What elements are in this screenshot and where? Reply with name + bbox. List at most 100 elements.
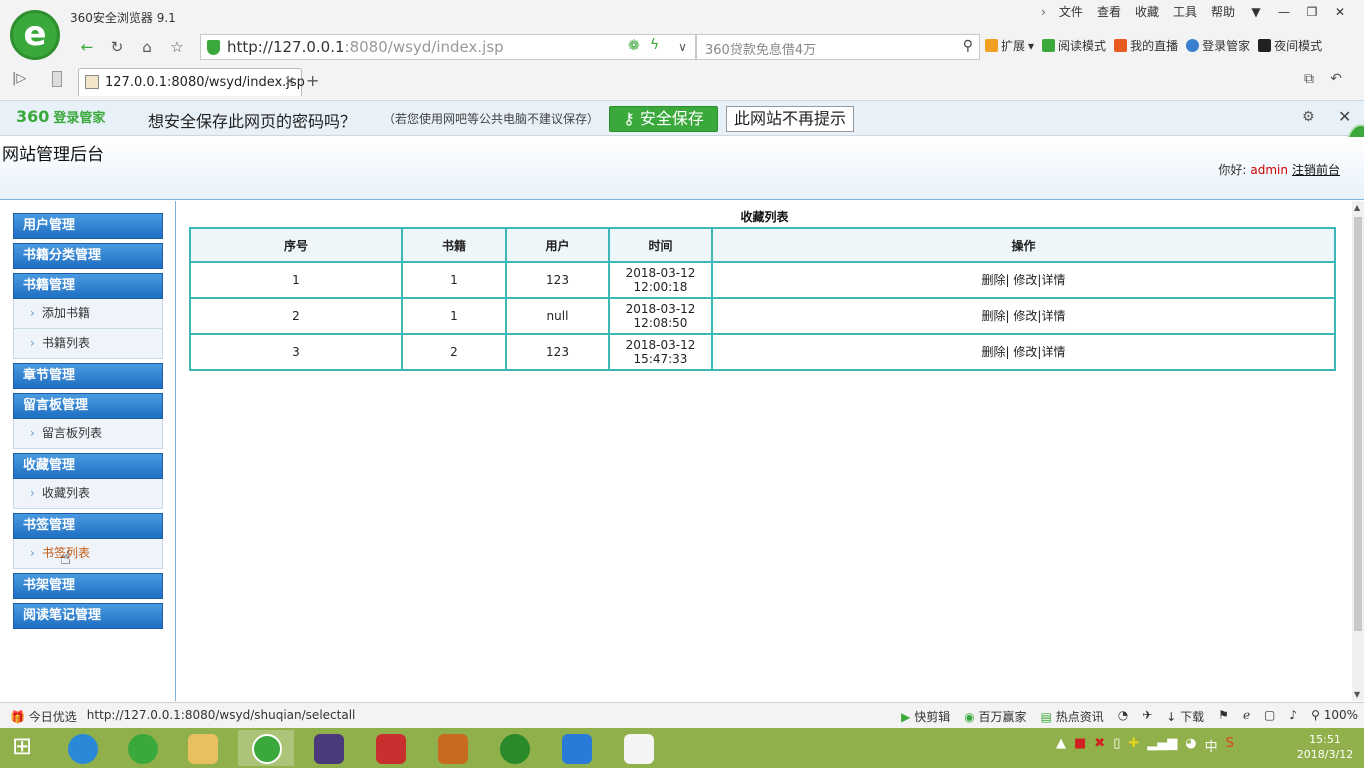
lightning-icon[interactable]: ϟ [650,37,659,53]
sidebar-toggle-icon[interactable]: |▷ [12,71,26,86]
front-link[interactable]: 前台 [1316,163,1340,177]
sidebar-section-notes[interactable]: 阅读笔记管理 [13,603,163,629]
sidebar-section-messages[interactable]: 留言板管理 [13,393,163,419]
delete-link[interactable]: 删除 [982,273,1006,287]
today-picks[interactable]: 🎁 今日优选 [10,708,77,725]
delete-link[interactable]: 删除 [982,309,1006,323]
edit-link[interactable]: 修改 [1013,309,1037,323]
close-bar-icon[interactable]: ✕ [1338,107,1351,126]
tray-qq-icon[interactable]: ◕ [1185,736,1196,755]
gear-icon[interactable]: ⚙ [1302,109,1315,125]
sidebar-item-message-list[interactable]: 留言板列表 [13,419,163,449]
clock[interactable]: 15:51 2018/3/12 [1290,732,1360,762]
quick-edit-item[interactable]: ▶ 快剪辑 [901,708,950,725]
address-bar[interactable]: http://127.0.0.1:8080/wsyd/index.jsp [200,34,690,60]
tray-shield-icon[interactable]: ✚ [1128,736,1139,755]
search-input[interactable]: 360贷款免息借4万 ⚲ [696,34,980,60]
tray-app-icon[interactable]: ■ [1074,736,1086,755]
flag-icon[interactable]: ⚑ [1218,708,1229,725]
tray-ime[interactable]: 中 [1205,736,1218,755]
tray-sogou-icon[interactable]: S [1226,736,1234,755]
tab-close-icon[interactable]: × [284,74,295,89]
edit-link[interactable]: 修改 [1013,273,1037,287]
sidebar-section-bookmarks[interactable]: 书签管理 [13,513,163,539]
tray-mute-icon[interactable]: ✖ [1094,736,1105,755]
scroll-down-icon[interactable]: ▼ [1354,690,1360,699]
window-icon[interactable]: ▢ [1264,708,1275,725]
sidebar-item-bookmark-list[interactable]: 书签列表 [13,539,163,569]
taskbar-app-green[interactable] [486,730,542,766]
taskbar-wps[interactable] [548,730,604,766]
edit-link[interactable]: 修改 [1013,345,1037,359]
taskbar-360-old[interactable] [114,730,170,766]
taskbar-360-browser[interactable] [238,730,294,766]
taskbar-app-red[interactable] [362,730,418,766]
ie-icon[interactable]: ℯ [1243,708,1250,725]
password-save-bar: 360 登录管家 想安全保存此网页的密码吗？ （若您使用网吧等公共电脑不建议保存）… [0,100,1364,136]
speed-icon[interactable]: ◔ [1118,708,1128,725]
menu-view[interactable]: 查看 [1090,3,1128,21]
toolbar-reading-mode[interactable]: 阅读模式 [1042,37,1106,54]
start-button[interactable]: ⊞ [0,730,56,766]
million-winner-item[interactable]: ◉ 百万赢家 [964,708,1026,725]
delete-link[interactable]: 删除 [982,345,1006,359]
sidebar-section-chapters[interactable]: 章节管理 [13,363,163,389]
sidebar-section-users[interactable]: 用户管理 [13,213,163,239]
tray-expand-icon[interactable]: ▲ [1056,736,1066,755]
download-item[interactable]: ↓ 下载 [1166,708,1204,725]
sidebar-item-book-list[interactable]: 书籍列表 [13,329,163,359]
close-icon[interactable]: ✕ [1326,3,1354,21]
taskbar-explorer[interactable] [174,730,230,766]
sidebar-item-favorite-list[interactable]: 收藏列表 [13,479,163,509]
shirt-icon[interactable]: ▼ [1242,3,1270,21]
vertical-scrollbar[interactable]: ▲ ▼ [1352,201,1364,701]
sidebar-item-add-book[interactable]: 添加书籍 [13,299,163,329]
sidebar-section-categories[interactable]: 书籍分类管理 [13,243,163,269]
refresh-icon[interactable]: ↻ [104,35,130,59]
zoom-item[interactable]: ⚲ 100% [1311,708,1358,725]
toolbar-extensions[interactable]: 扩展 ▾ [985,37,1034,54]
detail-link[interactable]: 详情 [1041,345,1065,359]
never-prompt-button[interactable]: 此网站不再提示 [726,106,854,132]
sidebar-section-favorites[interactable]: 收藏管理 [13,453,163,479]
toolbar-live[interactable]: 我的直播 [1114,37,1178,54]
detail-link[interactable]: 详情 [1041,273,1065,287]
chevron-right-icon[interactable]: › [1035,3,1052,21]
scroll-thumb[interactable] [1354,217,1362,631]
menu-tools[interactable]: 工具 [1166,3,1204,21]
undo-icon[interactable]: ↶ [1330,71,1342,87]
back-icon[interactable]: ← [74,35,100,59]
new-tab-icon[interactable]: + [306,71,319,90]
menu-favorites[interactable]: 收藏 [1128,3,1166,21]
minimize-icon[interactable]: — [1270,3,1298,21]
taskbar-java[interactable] [610,730,666,766]
menu-help[interactable]: 帮助 [1204,3,1242,21]
detail-link[interactable]: 详情 [1041,309,1065,323]
logout-link[interactable]: 注销 [1292,163,1316,177]
tray-battery-icon[interactable]: ▯ [1113,736,1120,755]
panel-icon[interactable] [52,71,62,87]
toolbar-night-mode[interactable]: 夜间模式 [1258,37,1322,54]
sidebar-section-bookshelf[interactable]: 书架管理 [13,573,163,599]
recycle-icon[interactable]: ❁ [628,38,640,54]
star-icon[interactable]: ☆ [164,35,190,59]
restore-tabs-icon[interactable]: ⧉ [1304,71,1314,87]
separator: | [1005,273,1010,287]
tray-signal-icon[interactable]: ▂▄▆ [1147,736,1177,755]
toolbar-login-manager[interactable]: 登录管家 [1186,37,1250,54]
search-icon[interactable]: ⚲ [963,38,973,54]
taskbar-book[interactable] [424,730,480,766]
taskbar-eclipse[interactable] [300,730,356,766]
menu-file[interactable]: 文件 [1052,3,1090,21]
hot-news-item[interactable]: ▤ 热点资讯 [1041,708,1104,725]
home-icon[interactable]: ⌂ [134,35,160,59]
taskbar-ie[interactable] [54,730,110,766]
volume-icon[interactable]: ♪ [1289,708,1297,725]
sidebar-section-books[interactable]: 书籍管理 [13,273,163,299]
secure-save-button[interactable]: ⚷ 安全保存 [609,106,718,132]
maximize-icon[interactable]: ❐ [1298,3,1326,21]
tab-active[interactable]: 127.0.0.1:8080/wsyd/index.jsp × [78,68,305,96]
chevron-down-icon[interactable]: ∨ [670,34,696,60]
scroll-up-icon[interactable]: ▲ [1354,203,1360,212]
pin-icon[interactable]: ✈ [1142,708,1152,725]
